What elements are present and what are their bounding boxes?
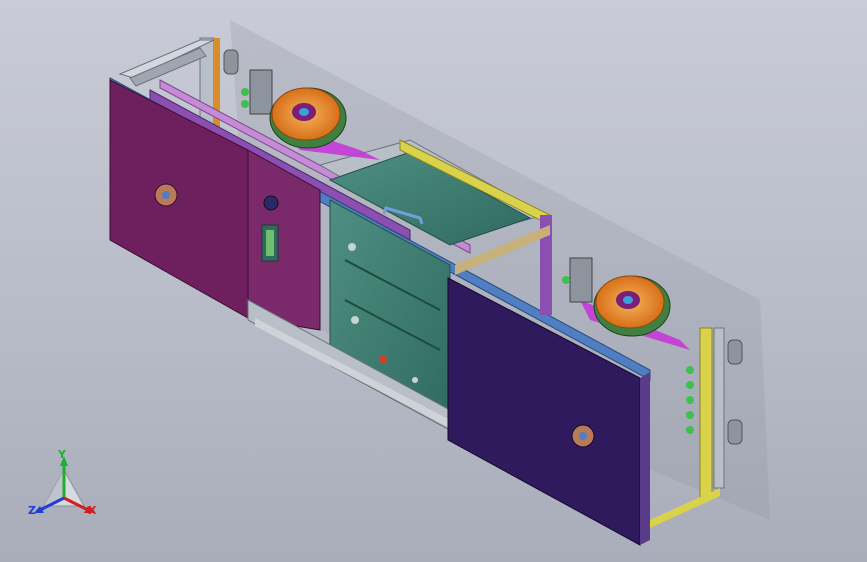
z-axis-label: Z bbox=[28, 504, 36, 517]
assembly-model[interactable] bbox=[0, 0, 867, 562]
y-axis-label: Y bbox=[58, 448, 66, 461]
cad-viewport[interactable]: Y X Z bbox=[0, 0, 867, 562]
axis-triad: Y X Z bbox=[22, 448, 106, 524]
x-axis-label: X bbox=[88, 504, 97, 517]
